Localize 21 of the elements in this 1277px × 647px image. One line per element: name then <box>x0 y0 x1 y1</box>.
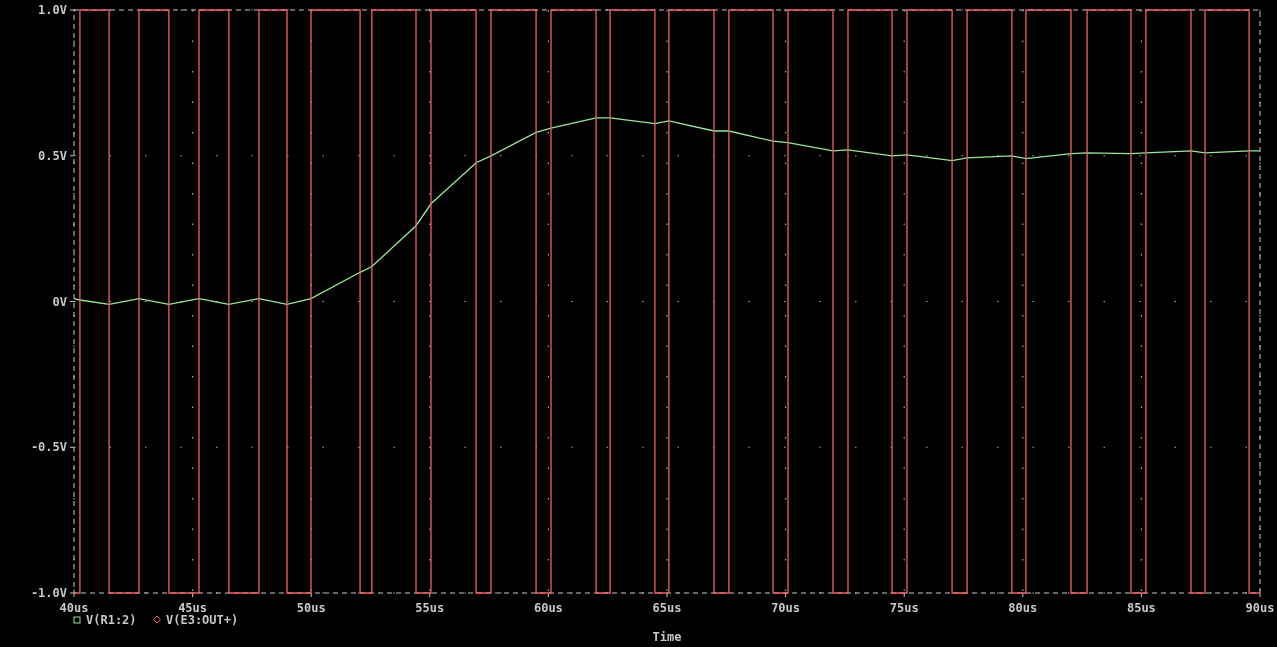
x-axis-label: 60us <box>533 601 563 615</box>
x-axis-label: 40us <box>59 601 89 615</box>
legend-square-icon <box>73 616 81 624</box>
y-axis-label: 0.5V <box>38 148 67 163</box>
x-axis-label: 55us <box>415 601 445 615</box>
x-axis-label: 85us <box>1126 601 1156 615</box>
legend-label: V(R1:2) <box>86 613 137 627</box>
x-axis-label: 45us <box>178 601 208 615</box>
x-axis-title: Time <box>652 630 682 644</box>
x-axis-label: 90us <box>1245 601 1275 615</box>
legend-label: V(E3:OUT+) <box>166 613 239 627</box>
x-axis-label: 65us <box>652 601 682 615</box>
x-axis-label: 50us <box>296 601 326 615</box>
y-axis-label: 1.0V <box>38 3 67 17</box>
y-axis-label: -0.5V <box>30 440 67 455</box>
y-axis-label: -1.0V <box>30 586 67 600</box>
y-axis-label: 0V <box>52 294 67 309</box>
x-axis-label: 70us <box>771 601 801 615</box>
x-axis-label: 80us <box>1008 601 1038 615</box>
x-axis-label: 75us <box>889 601 919 615</box>
legend-diamond-icon <box>153 615 161 624</box>
